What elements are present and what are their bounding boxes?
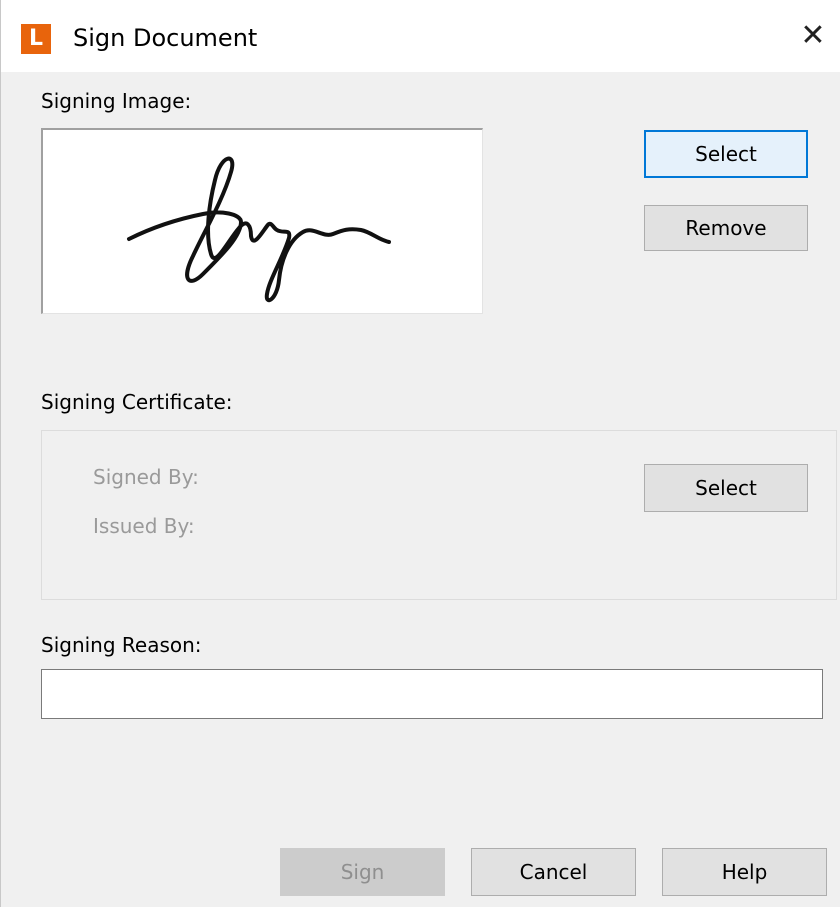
- close-icon[interactable]: ✕: [785, 8, 840, 64]
- signing-reason-label: Signing Reason:: [41, 633, 202, 657]
- app-logo-icon: L: [21, 24, 51, 54]
- signing-reason-input[interactable]: [41, 669, 823, 719]
- signature-image: [127, 156, 391, 303]
- signed-by-label: Signed By:: [93, 465, 199, 489]
- cancel-button[interactable]: Cancel: [471, 848, 636, 896]
- signing-image-label: Signing Image:: [41, 89, 192, 113]
- signature-image-preview: [41, 128, 483, 314]
- select-certificate-button[interactable]: Select: [644, 464, 808, 512]
- remove-image-button[interactable]: Remove: [644, 205, 808, 251]
- signing-certificate-label: Signing Certificate:: [41, 390, 233, 414]
- dialog-title: Sign Document: [73, 24, 258, 52]
- sign-button[interactable]: Sign: [280, 848, 445, 896]
- title-bar: L Sign Document ✕: [1, 0, 840, 72]
- sign-document-dialog: L Sign Document ✕ Signing Image: Select …: [0, 0, 840, 907]
- issued-by-label: Issued By:: [93, 514, 195, 538]
- help-button[interactable]: Help: [662, 848, 827, 896]
- select-image-button[interactable]: Select: [644, 130, 808, 178]
